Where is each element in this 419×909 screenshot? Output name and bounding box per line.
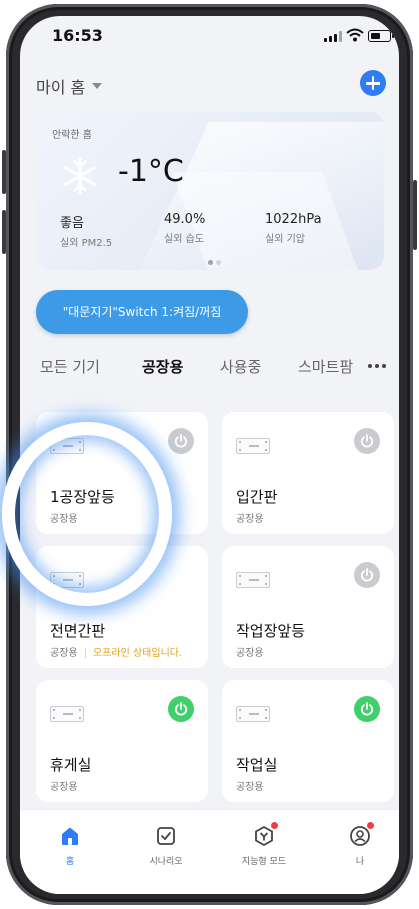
tab-label: 지능형 모드	[241, 857, 287, 867]
stat-label: 실외 기압	[265, 234, 305, 245]
tab-home[interactable]: 홈	[30, 824, 110, 867]
power-icon	[360, 702, 374, 716]
tab-scenario[interactable]: 시나리오	[126, 824, 206, 867]
device-room: 공장용	[236, 782, 264, 793]
battery-icon	[368, 30, 394, 42]
profile-icon-wrapper	[348, 822, 374, 848]
device-name: 작업장앞등	[236, 622, 306, 640]
device-name: 작업실	[236, 756, 278, 774]
tab-label: 나	[355, 857, 365, 867]
power-button[interactable]	[354, 562, 380, 588]
caret-down-icon	[92, 83, 102, 89]
device-card[interactable]: 입간판 공장용	[222, 412, 394, 534]
device-card[interactable]: 전면간판 공장용 | 오프라인 상태입니다.	[36, 546, 208, 668]
device-card[interactable]: 1공장앞등 공장용	[36, 412, 208, 534]
signal-icon	[324, 31, 342, 42]
notification-dot	[271, 822, 278, 829]
scene-shortcut-button[interactable]: "대문지기"Switch 1:켜짐/꺼짐	[36, 290, 248, 334]
device-thumbnail	[236, 438, 270, 454]
home-header: 마이 홈	[36, 70, 386, 102]
carousel-dots	[208, 250, 224, 269]
tab-smart-mode[interactable]: 지능형 모드	[224, 822, 304, 867]
power-button[interactable]	[354, 696, 380, 722]
offline-status: 오프라인 상태입니다.	[92, 648, 183, 659]
power-icon	[360, 434, 374, 448]
room-tabs: 모든 기기 공장용 사용중 스마트팜	[40, 356, 390, 384]
device-room: 공장용	[50, 514, 78, 525]
tab-label: 시나리오	[149, 857, 183, 867]
stat-humidity: 49.0% 실외 습도	[164, 212, 205, 245]
device-thumbnail	[236, 572, 270, 588]
power-side-button	[413, 180, 417, 250]
power-button[interactable]	[168, 428, 194, 454]
device-thumbnail	[50, 572, 84, 588]
tab-label: 홈	[65, 857, 75, 867]
stat-value: 49.0%	[164, 212, 206, 227]
volume-down-button	[2, 210, 6, 254]
separator: |	[83, 648, 87, 659]
weather-card[interactable]: 안락한 홈 -1°C 좋음 실외 PM2.5 49.0% 실외 습도 1022h…	[36, 112, 384, 270]
tab-smart-farm[interactable]: 스마트팜	[298, 356, 353, 377]
volume-up-button	[2, 150, 6, 194]
scenario-icon	[157, 827, 175, 845]
temperature-value: -1°C	[118, 154, 184, 189]
device-name: 휴게실	[50, 756, 92, 774]
power-button[interactable]	[168, 696, 194, 722]
power-icon	[360, 568, 374, 582]
status-time: 16:53	[52, 26, 103, 45]
device-card[interactable]: 휴게실 공장용	[36, 680, 208, 802]
stat-value: 좋음	[60, 216, 84, 231]
device-name: 전면간판	[50, 622, 106, 640]
wifi-icon	[346, 28, 364, 42]
device-card[interactable]: 작업장앞등 공장용	[222, 546, 394, 668]
app-screen: 16:53 마이 홈 안락한 홈 -1°C 좋음 실외 PM2.5 49.0% …	[20, 16, 399, 894]
device-room: 공장용	[50, 648, 78, 659]
device-thumbnail	[50, 706, 84, 722]
device-subtitle: 공장용 | 오프라인 상태입니다.	[50, 644, 182, 659]
stat-value: 1022hPa	[265, 212, 322, 227]
smart-mode-icon-wrapper	[252, 822, 278, 848]
snowflake-icon	[63, 157, 97, 195]
notification-dot	[367, 822, 374, 829]
device-name: 입간판	[236, 488, 278, 506]
power-icon	[174, 702, 188, 716]
tab-profile[interactable]: 나	[320, 822, 399, 867]
device-name: 1공장앞등	[50, 488, 115, 506]
home-name: 마이 홈	[36, 78, 86, 97]
more-icon[interactable]	[368, 364, 386, 368]
power-button[interactable]	[354, 428, 380, 454]
power-icon	[174, 434, 188, 448]
home-icon	[62, 827, 78, 845]
stat-label: 실외 습도	[164, 234, 204, 245]
weather-location: 안락한 홈	[52, 130, 92, 141]
bottom-tab-bar: 홈 시나리오 지능형 모드 나	[20, 809, 399, 894]
stat-label: 실외 PM2.5	[60, 238, 113, 249]
tab-factory[interactable]: 공장용	[142, 356, 183, 377]
stat-pressure: 1022hPa 실외 기압	[265, 212, 322, 245]
device-thumbnail	[236, 706, 270, 722]
add-device-button[interactable]	[360, 70, 386, 96]
status-bar: 16:53	[20, 16, 399, 56]
device-room: 공장용	[50, 782, 78, 793]
device-room: 공장용	[236, 514, 264, 525]
tab-in-use[interactable]: 사용중	[220, 356, 261, 377]
device-room: 공장용	[236, 648, 264, 659]
stat-pm25: 좋음 실외 PM2.5	[60, 212, 112, 249]
device-card[interactable]: 작업실 공장용	[222, 680, 394, 802]
tab-all-devices[interactable]: 모든 기기	[40, 356, 100, 377]
device-thumbnail	[50, 438, 84, 454]
